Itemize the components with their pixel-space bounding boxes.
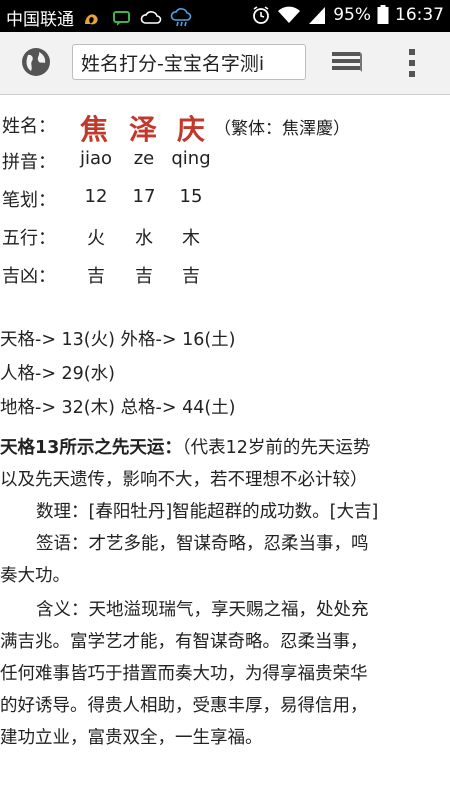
browser-toolbar: 姓名打分-宝宝名字测i [0, 32, 450, 95]
carrier-label: 中国联通 [6, 10, 74, 30]
jixiong-label: 吉凶： [2, 266, 56, 287]
url-text: 姓名打分-宝宝名字测i [81, 53, 265, 75]
name-char-1: 焦 [80, 113, 109, 146]
name-char-3: 庆 [177, 113, 206, 146]
ge-line-2: 人格-> 29(水) [0, 364, 115, 384]
pinyin-value-2: ze [133, 148, 155, 169]
fortune-header: 天格13所示之先天运：（代表12岁前的先天运势 [0, 432, 440, 464]
wuxing-value-1: 火 [87, 228, 105, 249]
battery-percent: 95% [333, 5, 371, 25]
strokes-value-1: 12 [84, 186, 108, 207]
ge-line-3: 地格-> 32(木) 总格-> 44(土) [0, 398, 236, 418]
wifi-icon [278, 6, 301, 23]
address-bar[interactable]: 姓名打分-宝宝名字测i [72, 44, 306, 80]
shuli-line: 数理：[春阳牡丹]智能超群的成功数。[大吉] [36, 502, 379, 522]
hanyi-line-2: 满吉兆。富学艺才能，有智谋奇略。忍柔当事， [0, 632, 368, 652]
hanyi-line-5: 建功立业，富贵双全，一生享福。 [0, 728, 263, 748]
jixiong-value-1: 吉 [87, 266, 105, 287]
fortune-note-1: （代表12岁前的先天运势 [181, 438, 371, 458]
fortune-note-2: 以及先天遗传，影响不大，若不理想不必计较） [0, 470, 368, 490]
wuxing-value-3: 木 [182, 228, 200, 249]
tabs-icon[interactable] [330, 48, 362, 76]
name-label: 姓名： [2, 116, 56, 137]
hanyi-line-1: 含义：天地溢现瑞气，享天赐之福，处处充 [36, 600, 369, 620]
wuxing-label: 五行： [2, 228, 56, 249]
globe-icon[interactable] [20, 46, 52, 78]
hanyi-line-4: 的好诱导。得贵人相助，受惠丰厚，易得信用， [0, 696, 368, 716]
signal-icon [309, 7, 326, 24]
pinyin-value-1: jiao [79, 148, 113, 169]
alarm-icon [253, 6, 270, 24]
fortune-title: 天格13所示之先天运： [0, 438, 182, 458]
strokes-value-2: 17 [132, 186, 156, 207]
ge-line-1: 天格-> 13(火) 外格-> 16(土) [0, 330, 236, 350]
traditional-name: （繁体：焦澤慶） [214, 119, 350, 139]
strokes-value-3: 15 [179, 186, 203, 207]
uc-browser-icon [85, 13, 98, 24]
strokes-label: 笔划： [2, 190, 56, 211]
hanyi-line-3: 任何难事皆巧于措置而奏大功，为得享福贵荣华 [0, 664, 368, 684]
wuxing-value-2: 水 [135, 228, 153, 249]
jixiong-row: 吉凶： 吉 吉 吉 [0, 262, 450, 294]
page-content: 姓名： 焦 泽 庆 （繁体：焦澤慶） 拼音： jiao ze qing 笔划： … [0, 94, 450, 800]
jixiong-value-2: 吉 [135, 266, 153, 287]
cloud-icon [140, 10, 162, 24]
battery-icon [377, 5, 389, 24]
pinyin-row: 拼音： jiao ze qing [0, 148, 450, 180]
weather-icon [170, 7, 192, 26]
strokes-row: 笔划： 12 17 15 [0, 186, 450, 218]
jixiong-value-3: 吉 [182, 266, 200, 287]
pinyin-value-3: qing [171, 148, 211, 169]
name-char-2: 泽 [129, 113, 158, 146]
status-bar: 中国联通 95% 16:37 [0, 0, 450, 32]
wuxing-row: 五行： 火 水 木 [0, 224, 450, 256]
clock: 16:37 [395, 5, 444, 25]
qianyu-line-2: 奏大功。 [0, 566, 70, 586]
message-icon [113, 10, 130, 26]
qianyu-line-1: 签语：才艺多能，智谋奇略，忍柔当事，鸣 [36, 534, 369, 554]
overflow-menu-icon[interactable] [400, 46, 424, 80]
pinyin-label: 拼音： [2, 152, 56, 173]
